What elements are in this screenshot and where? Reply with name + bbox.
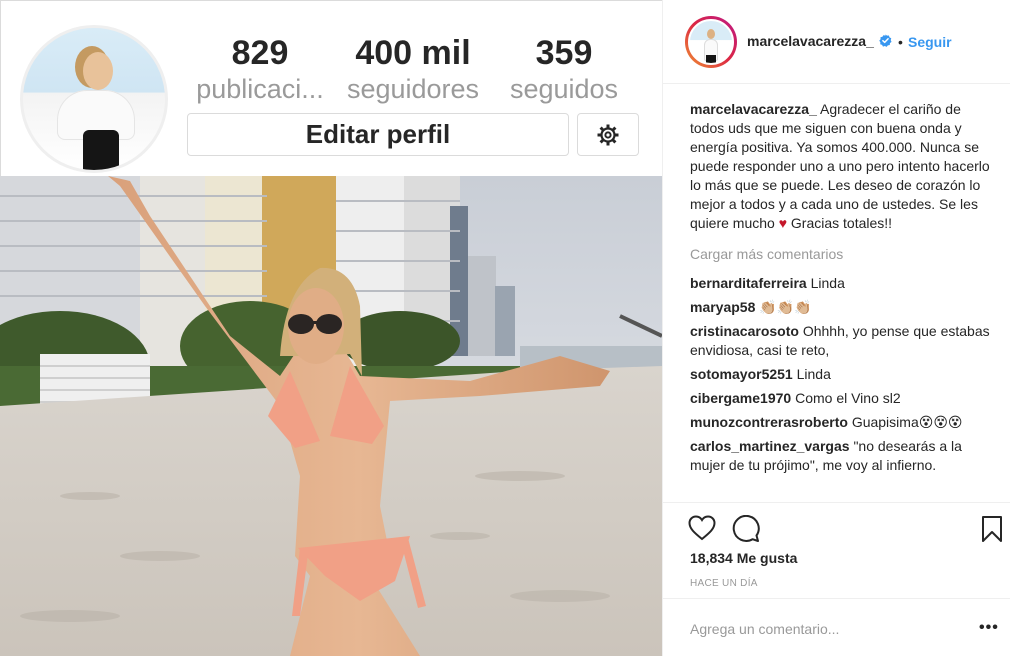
comment-text: Como el Vino sl2 bbox=[795, 390, 901, 406]
header-separator: • bbox=[898, 34, 903, 50]
comment-item: munozcontrerasroberto Guapisima😵😵😵 bbox=[690, 413, 990, 432]
comment-item: bernarditaferreira Linda bbox=[690, 274, 990, 293]
profile-header-screenshot: 829 publicaci... 400 mil seguidores 359 … bbox=[0, 0, 662, 176]
post-side-panel: marcelavacarezza_ • Seguir marcelavacare… bbox=[662, 0, 1010, 656]
comment-username[interactable]: munozcontrerasroberto bbox=[690, 414, 848, 430]
comment-username[interactable]: cibergame1970 bbox=[690, 390, 791, 406]
post-timestamp[interactable]: HACE UN DÍA bbox=[690, 578, 758, 589]
comment-item: cristinacarosoto Ohhhh, yo pense que est… bbox=[690, 322, 990, 360]
post-actions-bar bbox=[663, 502, 1010, 554]
stat-following-label: seguidos bbox=[509, 74, 619, 104]
comment-username[interactable]: cristinacarosoto bbox=[690, 323, 799, 339]
stat-following: 359 seguidos bbox=[499, 33, 629, 105]
comments-list: marcelavacarezza_ Agradecer el cariño de… bbox=[690, 100, 990, 480]
bookmark-icon[interactable] bbox=[981, 515, 1003, 543]
verified-badge-icon bbox=[879, 34, 892, 47]
caption-username[interactable]: marcelavacarezza_ bbox=[690, 101, 817, 117]
settings-button bbox=[577, 113, 639, 156]
likes-count[interactable]: 18,834 Me gusta bbox=[690, 550, 797, 566]
profile-avatar bbox=[20, 25, 168, 173]
more-options-icon[interactable]: ••• bbox=[979, 619, 999, 637]
comment-username[interactable]: bernarditaferreira bbox=[690, 275, 807, 291]
post-header: marcelavacarezza_ • Seguir bbox=[663, 0, 1010, 84]
caption-end: Gracias totales!! bbox=[790, 215, 893, 231]
comment-text: 👏🏼👏🏼👏🏼 bbox=[759, 299, 812, 315]
stat-following-value: 359 bbox=[535, 34, 593, 72]
stat-followers: 400 mil seguidores bbox=[337, 33, 489, 105]
post-caption: marcelavacarezza_ Agradecer el cariño de… bbox=[690, 100, 990, 233]
edit-profile-button: Editar perfil bbox=[187, 113, 569, 156]
comment-text: Guapisima😵😵😵 bbox=[851, 414, 963, 430]
stat-followers-value: 400 mil bbox=[355, 34, 471, 72]
comment-item: maryap58 👏🏼👏🏼👏🏼 bbox=[690, 298, 990, 317]
comment-icon[interactable] bbox=[732, 515, 760, 543]
stat-posts-value: 829 bbox=[231, 34, 289, 72]
gear-icon bbox=[597, 124, 619, 145]
author-avatar[interactable] bbox=[685, 16, 737, 68]
comment-item: carlos_martinez_vargas "no desearás a la… bbox=[690, 437, 990, 475]
add-comment-input[interactable] bbox=[690, 621, 950, 637]
load-more-comments-link[interactable]: Cargar más comentarios bbox=[690, 245, 990, 264]
caption-heart: ♥ bbox=[778, 215, 788, 231]
heart-icon[interactable] bbox=[688, 515, 716, 541]
stat-followers-label: seguidores bbox=[346, 74, 480, 104]
caption-text: Agradecer el cariño de todos uds que me … bbox=[690, 101, 990, 231]
comment-username[interactable]: carlos_martinez_vargas bbox=[690, 438, 850, 454]
comment-item: sotomayor5251 Linda bbox=[690, 365, 990, 384]
stat-posts: 829 publicaci... bbox=[189, 33, 331, 105]
comment-username[interactable]: sotomayor5251 bbox=[690, 366, 793, 382]
author-username[interactable]: marcelavacarezza_ bbox=[747, 33, 874, 49]
comment-text: Linda bbox=[796, 366, 831, 382]
add-comment-row: ••• bbox=[663, 598, 1010, 656]
follow-button[interactable]: Seguir bbox=[908, 34, 952, 50]
comment-username[interactable]: maryap58 bbox=[690, 299, 755, 315]
beach-photo bbox=[0, 176, 662, 656]
stat-posts-label: publicaci... bbox=[196, 74, 324, 104]
post-media[interactable]: 829 publicaci... 400 mil seguidores 359 … bbox=[0, 0, 662, 656]
comment-item: cibergame1970 Como el Vino sl2 bbox=[690, 389, 990, 408]
comment-text: Linda bbox=[810, 275, 845, 291]
